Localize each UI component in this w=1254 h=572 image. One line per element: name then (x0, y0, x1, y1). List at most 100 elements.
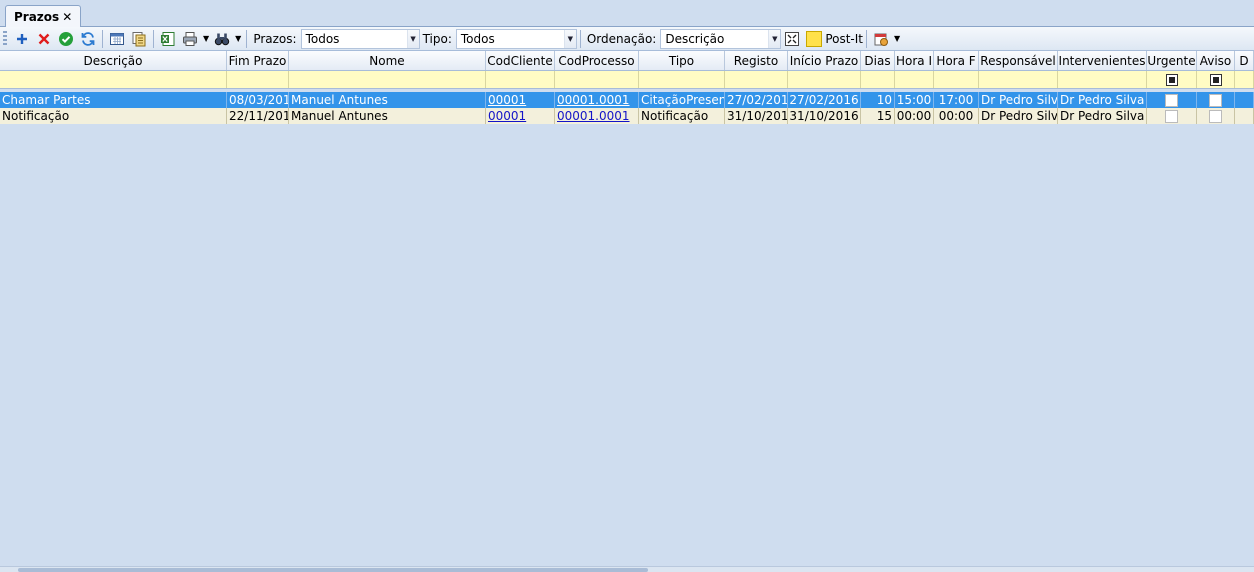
column-header-inicio-prazo[interactable]: Início Prazo (788, 51, 861, 70)
filter-cell-descricao[interactable] (0, 71, 227, 88)
column-header-intervenientes[interactable]: Intervenientes (1058, 51, 1147, 70)
report-button[interactable] (128, 29, 150, 49)
filter-cell-hora-f[interactable] (934, 71, 979, 88)
close-icon[interactable]: ✕ (62, 10, 72, 24)
cell-urgente (1147, 92, 1197, 108)
calendar-icon (110, 32, 124, 45)
print-dropdown-chevron-icon[interactable]: ▼ (203, 34, 209, 43)
prazos-grid: Descrição Fim Prazo Nome CodCliente CodP… (0, 51, 1254, 124)
filter-cell-nome[interactable] (289, 71, 486, 88)
ordenacao-value: Descrição (665, 31, 725, 46)
export-excel-button[interactable] (157, 29, 179, 49)
aviso-checkbox[interactable] (1209, 93, 1222, 107)
filter-cell-hora-i[interactable] (895, 71, 934, 88)
report-icon (132, 31, 146, 46)
urgente-checkbox[interactable] (1165, 109, 1178, 123)
urgente-checkbox[interactable] (1165, 93, 1178, 107)
alarm-icon (874, 33, 889, 46)
column-header-hora-f[interactable]: Hora F (934, 51, 979, 70)
find-dropdown-chevron-icon[interactable]: ▼ (235, 34, 241, 43)
cell-intervenientes: Dr Pedro Silva (1058, 108, 1147, 124)
cell-codcliente: 00001 (486, 108, 555, 124)
filter-cell-urgente[interactable] (1147, 71, 1197, 88)
alarm-dropdown-chevron-icon[interactable]: ▼ (894, 34, 900, 43)
urgente-filter-checkbox[interactable] (1165, 73, 1178, 86)
refresh-button[interactable] (77, 29, 99, 49)
cell-hora-f: 17:00 (934, 92, 979, 108)
cell-descricao: Chamar Partes (0, 92, 227, 108)
aviso-checkbox[interactable] (1209, 109, 1222, 123)
cell-registo: 31/10/2016 (727, 108, 788, 124)
cell-fim-prazo: 22/11/2016 (227, 108, 289, 124)
print-icon (183, 31, 197, 46)
ordenacao-select[interactable]: Descrição ▼ (660, 28, 782, 49)
cell-fim-prazo: 08/03/2016 (227, 92, 289, 108)
tipo-filter-select[interactable]: Todos ▼ (455, 28, 577, 49)
column-header-aviso[interactable]: Aviso (1197, 51, 1235, 70)
scrollbar-thumb[interactable] (18, 568, 648, 572)
delete-button[interactable] (33, 29, 55, 49)
cell-codprocesso: 00001.0001 (555, 92, 639, 108)
filter-cell-codprocesso[interactable] (555, 71, 639, 88)
filter-cell-responsavel[interactable] (979, 71, 1058, 88)
table-row[interactable]: Notificação 22/11/2016 Manuel Antunes 00… (0, 108, 1254, 124)
column-header-tipo[interactable]: Tipo (639, 51, 725, 70)
column-header-codcliente[interactable]: CodCliente (486, 51, 555, 70)
filter-cell-dias[interactable] (861, 71, 895, 88)
cell-inicio-prazo: 31/10/2016 (788, 108, 861, 124)
tab-prazos[interactable]: Prazos ✕ (5, 5, 82, 27)
postit-button[interactable]: Post-It (806, 30, 863, 47)
table-row[interactable]: Chamar Partes 08/03/2016 Manuel Antunes … (0, 92, 1254, 108)
column-header-dias[interactable]: Dias (861, 51, 895, 70)
calendar-button[interactable] (106, 29, 128, 49)
filter-cell-fim-prazo[interactable] (227, 71, 289, 88)
column-header-urgente[interactable]: Urgente (1147, 51, 1197, 70)
cell-codcliente: 00001 (486, 92, 555, 108)
column-header-codprocesso[interactable]: CodProcesso (555, 51, 639, 70)
filter-cell-aviso[interactable] (1197, 71, 1235, 88)
filter-cell-tipo[interactable] (639, 71, 725, 88)
column-header-hora-i[interactable]: Hora I (895, 51, 934, 70)
filter-cell-codcliente[interactable] (486, 71, 555, 88)
column-header-fim-prazo[interactable]: Fim Prazo (227, 51, 289, 70)
add-button[interactable] (11, 29, 33, 49)
confirm-button[interactable] (55, 29, 77, 49)
chevron-down-icon[interactable]: ▼ (563, 29, 576, 48)
chevron-down-icon[interactable]: ▼ (768, 29, 781, 48)
alarm-button[interactable] (870, 29, 892, 49)
cell-nome: Manuel Antunes (289, 108, 486, 124)
filter-row (0, 71, 1254, 89)
toolbar-separator (866, 29, 868, 48)
column-header-registo[interactable]: Registo (725, 51, 788, 70)
aviso-filter-checkbox[interactable] (1209, 73, 1222, 86)
prazos-filter-select[interactable]: Todos ▼ (300, 28, 420, 49)
prazos-filter-label: Prazos: (253, 31, 297, 46)
print-button[interactable] (179, 29, 201, 49)
cell-dias: 10 (861, 92, 895, 108)
chevron-down-icon[interactable]: ▼ (406, 29, 419, 48)
column-header-descricao[interactable]: Descrição (0, 51, 227, 70)
codcliente-link[interactable]: 00001 (488, 93, 526, 107)
fullscreen-button[interactable] (781, 29, 803, 49)
cell-urgente (1147, 108, 1197, 124)
delete-icon (38, 33, 50, 44)
column-header-nome[interactable]: Nome (289, 51, 486, 70)
column-header-responsavel[interactable]: Responsável (979, 51, 1058, 70)
ordenacao-label: Ordenação: (586, 31, 657, 46)
cell-aviso (1197, 92, 1235, 108)
refresh-icon (81, 31, 95, 46)
filter-cell-intervenientes[interactable] (1058, 71, 1147, 88)
column-header-d[interactable]: D (1235, 51, 1254, 70)
filter-cell-registo[interactable] (725, 71, 788, 88)
toolbar: ▼ ▼ Prazos: Todos ▼ Tipo: Todos ▼ Ordena… (0, 27, 1254, 51)
filter-cell-d[interactable] (1235, 71, 1254, 88)
cell-dias: 15 (861, 108, 895, 124)
horizontal-scrollbar[interactable] (0, 566, 1254, 572)
codprocesso-link[interactable]: 00001.0001 (557, 93, 630, 107)
filter-cell-inicio-prazo[interactable] (788, 71, 861, 88)
cell-hora-i: 15:00 (895, 92, 934, 108)
tab-prazos-label: Prazos (14, 9, 60, 24)
codprocesso-link[interactable]: 00001.0001 (557, 109, 630, 123)
codcliente-link[interactable]: 00001 (488, 109, 526, 123)
find-button[interactable] (211, 29, 233, 49)
